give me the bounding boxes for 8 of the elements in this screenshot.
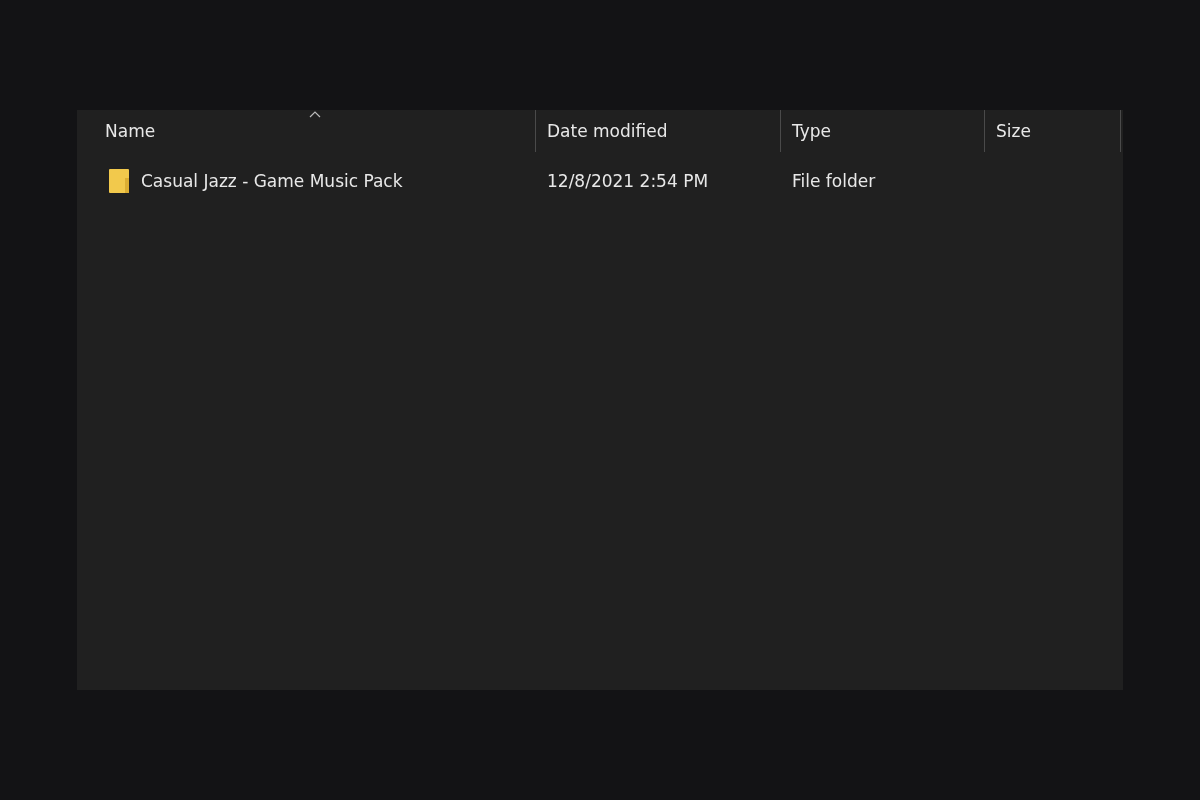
folder-icon <box>108 168 130 194</box>
folder-name: Casual Jazz - Game Music Pack <box>141 171 403 191</box>
type-cell-text: File folder <box>791 171 877 191</box>
column-header[interactable]: Type <box>781 110 985 152</box>
column-header[interactable]: Name <box>77 110 536 152</box>
column-header[interactable]: Date modified <box>536 110 781 152</box>
date-cell-text: 12/8/2021 2:54 PM <box>546 171 710 191</box>
column-header[interactable]: Size <box>985 110 1121 152</box>
